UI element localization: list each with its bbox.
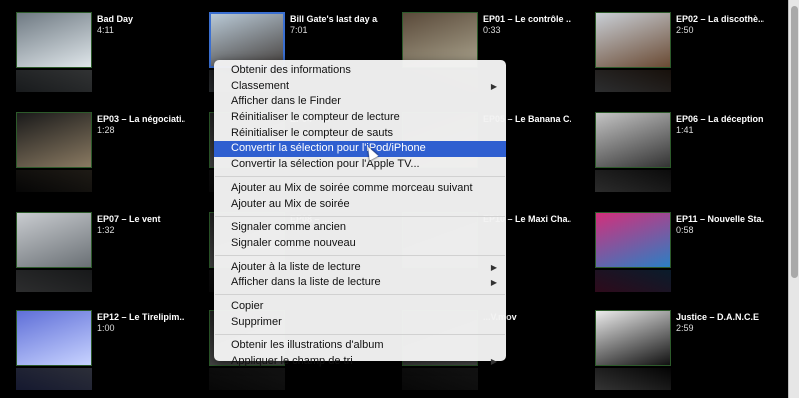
menu-item-label: Ajouter à la liste de lecture xyxy=(231,260,361,273)
menu-item[interactable]: Convertir la sélection pour l'Apple TV..… xyxy=(214,157,506,173)
menu-item-label: Convertir la sélection pour l'Apple TV..… xyxy=(231,158,420,171)
video-duration: 0:58 xyxy=(676,225,694,235)
menu-item[interactable]: Réinitialiser le compteur de lecture xyxy=(214,110,506,126)
menu-item-label: Ajouter au Mix de soirée comme morceau s… xyxy=(231,181,473,194)
menu-item-label: Convertir la sélection pour l'iPod/iPhon… xyxy=(231,142,426,155)
menu-item[interactable]: Afficher dans le Finder xyxy=(214,94,506,110)
menu-item-label: Appliquer le champ de tri xyxy=(231,355,353,367)
video-title: EP11 – Nouvelle Sta... xyxy=(676,214,764,224)
menu-item-label: Réinitialiser le compteur de lecture xyxy=(231,111,400,124)
video-title: EP03 – La négociati... xyxy=(97,114,185,124)
video-tile[interactable]: EP02 – La discothè... 2:50 xyxy=(579,0,769,96)
video-duration: 4:11 xyxy=(97,25,114,35)
video-thumbnail[interactable] xyxy=(595,12,671,68)
thumbnail-reflection xyxy=(595,270,671,292)
menu-item-label: Signaler comme nouveau xyxy=(231,236,356,249)
thumbnail-reflection xyxy=(595,368,671,390)
menu-item[interactable]: Ajouter au Mix de soirée xyxy=(214,197,506,213)
video-thumbnail[interactable] xyxy=(16,212,92,268)
thumbnail-reflection xyxy=(402,368,478,390)
video-tile[interactable]: Bad Day 4:11 xyxy=(0,0,190,96)
menu-item-label: Afficher dans la liste de lecture xyxy=(231,276,381,289)
thumbnail-reflection xyxy=(595,170,671,192)
video-duration: 1:28 xyxy=(97,125,115,135)
menu-item[interactable]: Convertir la sélection pour l'iPod/iPhon… xyxy=(214,141,506,158)
video-tile[interactable]: EP07 – Le vent 1:32 xyxy=(0,200,190,296)
menu-item-label: Afficher dans le Finder xyxy=(231,95,341,108)
video-tile[interactable]: EP06 – La déception 1:41 xyxy=(579,100,769,196)
video-duration: 0:33 xyxy=(483,25,501,35)
menu-item[interactable]: Appliquer le champ de tri ▶ xyxy=(214,354,506,370)
menu-item[interactable]: Signaler comme nouveau xyxy=(214,236,506,252)
video-title: Bad Day xyxy=(97,14,134,24)
video-title: Bill Gate's last day a... xyxy=(290,14,378,24)
menu-item-label: Obtenir des informations xyxy=(231,64,351,76)
menu-item-label: Signaler comme ancien xyxy=(231,221,346,234)
video-tile[interactable]: EP03 – La négociati... 1:28 xyxy=(0,100,190,196)
menu-item[interactable]: Classement ▶ xyxy=(214,79,506,95)
video-thumbnail[interactable] xyxy=(16,310,92,366)
submenu-arrow-icon: ▶ xyxy=(490,357,497,366)
menu-item[interactable]: Afficher dans la liste de lecture ▶ xyxy=(214,275,506,291)
thumbnail-reflection xyxy=(595,70,671,92)
video-duration: 2:59 xyxy=(676,323,694,333)
video-title: EP06 – La déception xyxy=(676,114,764,124)
submenu-arrow-icon: ▶ xyxy=(490,278,497,288)
menu-item[interactable]: Copier xyxy=(214,299,506,315)
vertical-scrollbar[interactable] xyxy=(788,0,799,398)
menu-item[interactable]: Supprimer xyxy=(214,315,506,331)
menu-item-label: Réinitialiser le compteur de sauts xyxy=(231,126,394,139)
submenu-arrow-icon: ▶ xyxy=(490,81,497,91)
thumbnail-reflection xyxy=(209,368,285,390)
thumbnail-reflection xyxy=(16,368,92,390)
video-title: EP12 – Le Tirelipim... xyxy=(97,312,185,322)
video-thumbnail[interactable] xyxy=(595,310,671,366)
menu-separator xyxy=(215,294,505,296)
video-title: EP07 – Le vent xyxy=(97,214,161,224)
menu-item-label: Copier xyxy=(231,299,264,312)
video-thumbnail[interactable] xyxy=(595,212,671,268)
menu-item[interactable]: Réinitialiser le compteur de sauts xyxy=(214,126,506,142)
video-duration: 1:00 xyxy=(97,323,115,333)
video-title: EP01 – Le contrôle ... xyxy=(483,14,571,24)
video-tile[interactable]: EP12 – Le Tirelipim... 1:00 xyxy=(0,298,190,394)
video-duration: 1:41 xyxy=(676,125,694,135)
menu-item-label: Supprimer xyxy=(231,315,282,328)
thumbnail-reflection xyxy=(16,170,92,192)
menu-separator xyxy=(215,255,505,257)
menu-item[interactable]: Obtenir des informations xyxy=(214,63,506,79)
menu-item-label: Obtenir les illustrations d'album xyxy=(231,339,384,352)
video-tile[interactable]: EP11 – Nouvelle Sta... 0:58 xyxy=(579,200,769,296)
video-duration: 2:50 xyxy=(676,25,694,35)
video-thumbnail[interactable] xyxy=(16,112,92,168)
video-thumbnail[interactable] xyxy=(595,112,671,168)
thumbnail-reflection xyxy=(16,270,92,292)
video-thumbnail[interactable] xyxy=(16,12,92,68)
video-tile[interactable]: Justice – D.A.N.C.E 2:59 xyxy=(579,298,769,394)
menu-separator xyxy=(215,333,505,335)
menu-item[interactable]: Ajouter au Mix de soirée comme morceau s… xyxy=(214,181,506,197)
menu-separator xyxy=(215,215,505,217)
submenu-arrow-icon: ▶ xyxy=(490,262,497,272)
scrollbar-thumb[interactable] xyxy=(791,6,798,278)
video-title: EP02 – La discothè... xyxy=(676,14,764,24)
context-menu: Obtenir des informations Classement ▶ Affic… xyxy=(214,60,506,367)
menu-separator xyxy=(215,176,505,178)
video-duration: 7:01 xyxy=(290,25,308,35)
menu-item[interactable]: Obtenir les illustrations d'album xyxy=(214,338,506,354)
menu-item[interactable]: Ajouter à la liste de lecture ▶ xyxy=(214,260,506,276)
video-title: Justice – D.A.N.C.E xyxy=(676,312,760,322)
menu-item-label: Classement xyxy=(231,79,290,92)
video-duration: 1:32 xyxy=(97,225,115,235)
menu-item[interactable]: Signaler comme ancien xyxy=(214,220,506,236)
thumbnail-reflection xyxy=(16,70,92,92)
menu-item-label: Ajouter au Mix de soirée xyxy=(231,197,350,210)
